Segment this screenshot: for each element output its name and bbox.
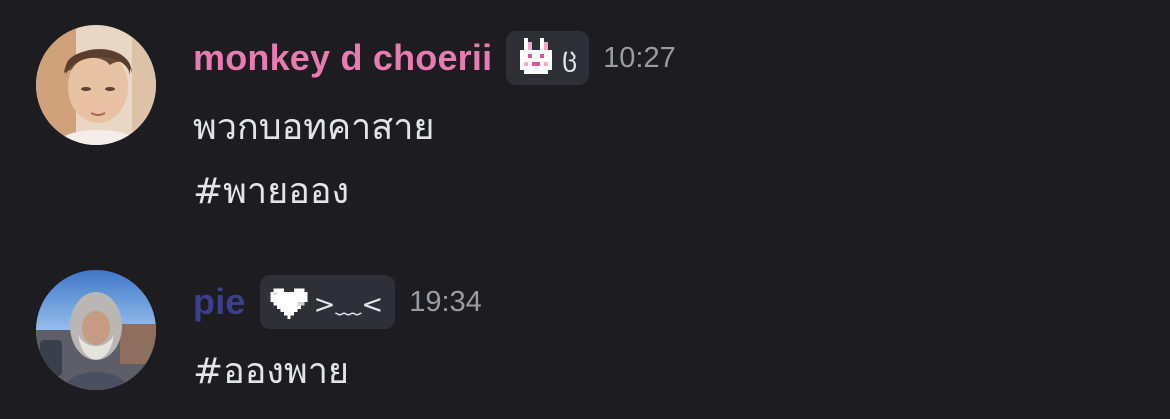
avatar-photo-icon: [36, 25, 156, 145]
message-text: #อองพาย: [193, 351, 350, 392]
pixel-heart-icon: [269, 288, 308, 319]
message-header: pie >﹏< 19:34: [193, 274, 482, 330]
pixel-bunny-icon: [520, 38, 553, 74]
message-header: monkey d choerii ც 10:27: [193, 30, 676, 86]
avatar-photo-icon: [36, 270, 156, 390]
tag-text: ც: [562, 43, 578, 73]
message-group-1: monkey d choerii ც 10:27 พวกบอทคาสาย #พา…: [0, 0, 1170, 250]
timestamp[interactable]: 19:34: [409, 286, 482, 319]
timestamp[interactable]: 10:27: [603, 42, 676, 75]
message-text: พวกบอทคาสาย: [193, 107, 435, 148]
user-tag[interactable]: >﹏<: [259, 275, 396, 329]
message-group-2: pie >﹏< 19:34 #อองพาย: [0, 250, 1170, 419]
message-text: #พายออง: [193, 171, 350, 212]
user-tag[interactable]: ც: [506, 31, 590, 85]
username[interactable]: pie: [193, 281, 246, 323]
username[interactable]: monkey d choerii: [193, 37, 492, 79]
avatar[interactable]: [36, 25, 156, 145]
tag-text: >﹏<: [313, 289, 384, 320]
avatar[interactable]: [36, 270, 156, 390]
